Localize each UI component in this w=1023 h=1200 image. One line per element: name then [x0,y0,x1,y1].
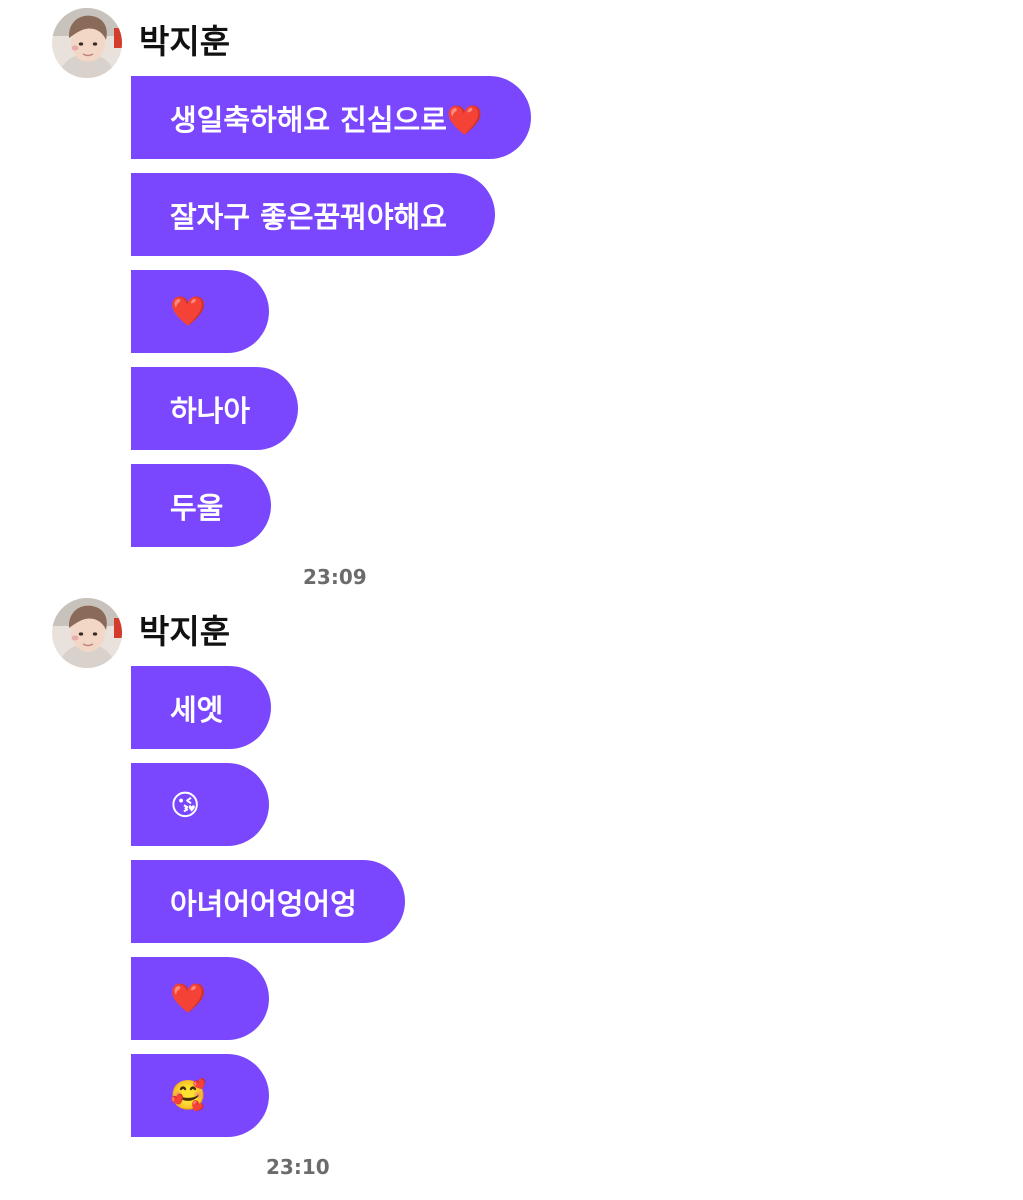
message-bubble[interactable]: 하나아 [131,367,299,450]
message-bubble[interactable]: 잘자구 좋은꿈꿔야해요 [131,173,495,256]
timestamp: 23:09 [303,565,367,589]
message-list: 생일축하해요 진심으로❤️ 잘자구 좋은꿈꿔야해요 ❤️ 하나아 두울 [131,76,532,561]
message-bubble[interactable]: ❤️ [131,957,269,1040]
message-bubble[interactable]: ❤️ [131,270,269,353]
avatar[interactable] [52,8,122,78]
avatar[interactable] [52,598,122,668]
message-bubble[interactable]: 두울 [131,464,272,547]
message-bubble[interactable]: 🥰 [131,1054,269,1137]
message-bubble[interactable]: 아녀어어엉어엉 [131,860,405,943]
message-bubble[interactable]: 생일축하해요 진심으로❤️ [131,76,532,159]
message-bubble[interactable]: 세엣 [131,666,272,749]
message-list: 세엣 😘 아녀어어엉어엉 ❤️ 🥰 [131,666,405,1151]
profile-photo-icon [52,8,122,78]
sender-name: 박지훈 [139,22,231,61]
message-bubble[interactable]: 😘 [131,763,269,846]
sender-name: 박지훈 [139,612,231,651]
timestamp: 23:10 [266,1155,330,1179]
profile-photo-icon [52,598,122,668]
